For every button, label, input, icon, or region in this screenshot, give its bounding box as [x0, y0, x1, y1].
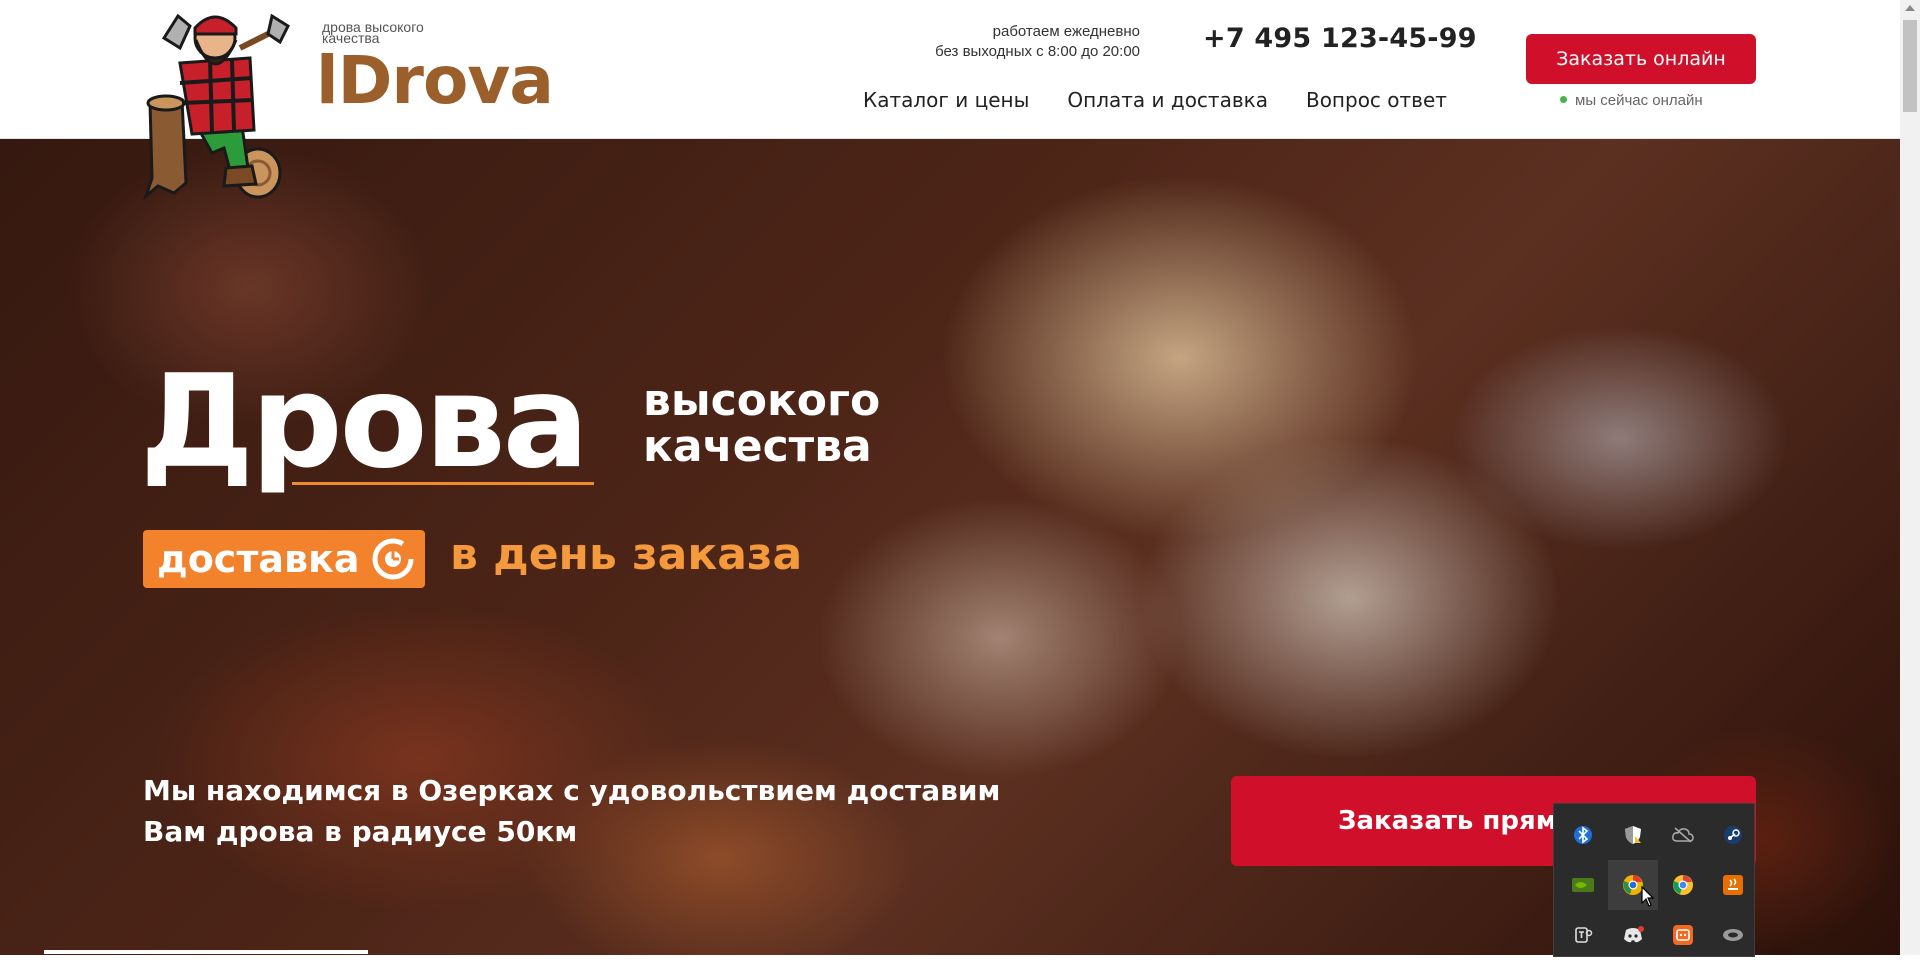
hours-line-1: работаем ежедневно: [992, 23, 1140, 40]
lumberjack-logo-icon[interactable]: [140, 8, 290, 206]
scroll-up-arrow-icon[interactable]: [1905, 5, 1915, 11]
vpn-icon[interactable]: [1708, 910, 1758, 960]
scrollbar-thumb[interactable]: [1903, 20, 1917, 112]
title-underline: [292, 482, 594, 485]
brand-tagline: дрова высокого качества: [322, 19, 424, 46]
nav-payment-delivery[interactable]: Оплата и доставка: [1067, 88, 1268, 112]
main-nav: Каталог и цены Оплата и доставка Вопрос …: [863, 88, 1447, 112]
app-orange-icon[interactable]: [1658, 910, 1708, 960]
working-hours: работаем ежедневно без выходных с 8:00 д…: [935, 22, 1140, 62]
delivery-badge: доставка: [143, 530, 426, 588]
system-tray-overflow: [1553, 803, 1755, 957]
brand-logo-text[interactable]: lDrova: [316, 46, 554, 116]
online-status: мы сейчас онлайн: [1560, 92, 1703, 109]
hero-subtitle: высокого качества: [643, 378, 880, 470]
clock-icon: [372, 538, 414, 580]
delivery-same-day-text: в день заказа: [450, 529, 803, 580]
mouse-cursor-icon: [1641, 886, 1655, 907]
order-online-button[interactable]: Заказать онлайн: [1526, 34, 1756, 84]
steam-icon[interactable]: [1708, 810, 1758, 860]
phone-number[interactable]: +7 495 123-45-99: [1203, 23, 1477, 54]
hero-title: Дрова: [140, 348, 589, 497]
hours-line-2: без выходных с 8:00 до 20:00: [935, 43, 1140, 60]
java-icon[interactable]: [1708, 860, 1758, 910]
location-line-1: Мы находимся в Озерках с удовольствием д…: [143, 774, 1001, 807]
location-text: Мы находимся в Озерках с удовольствием д…: [143, 770, 1043, 852]
security-shield-icon[interactable]: [1608, 810, 1658, 860]
nvidia-icon[interactable]: [1558, 860, 1608, 910]
location-line-2: Вам дрова в радиусе 50км: [143, 815, 578, 848]
hero-subtitle-line-2: качества: [643, 421, 872, 472]
nav-catalog[interactable]: Каталог и цены: [863, 88, 1029, 112]
chrome-icon[interactable]: [1658, 860, 1708, 910]
bottom-divider: [44, 950, 368, 954]
nav-faq[interactable]: Вопрос ответ: [1306, 88, 1447, 112]
discord-icon[interactable]: [1608, 910, 1658, 960]
hero-subtitle-line-1: высокого: [643, 375, 881, 426]
online-dot-icon: [1560, 96, 1567, 103]
page-scrollbar[interactable]: [1900, 0, 1920, 955]
teams-icon[interactable]: [1558, 910, 1608, 960]
cloud-offline-icon[interactable]: [1658, 810, 1708, 860]
delivery-badge-text: доставка: [157, 537, 360, 581]
online-status-text: мы сейчас онлайн: [1575, 92, 1703, 109]
bluetooth-icon[interactable]: [1558, 810, 1608, 860]
